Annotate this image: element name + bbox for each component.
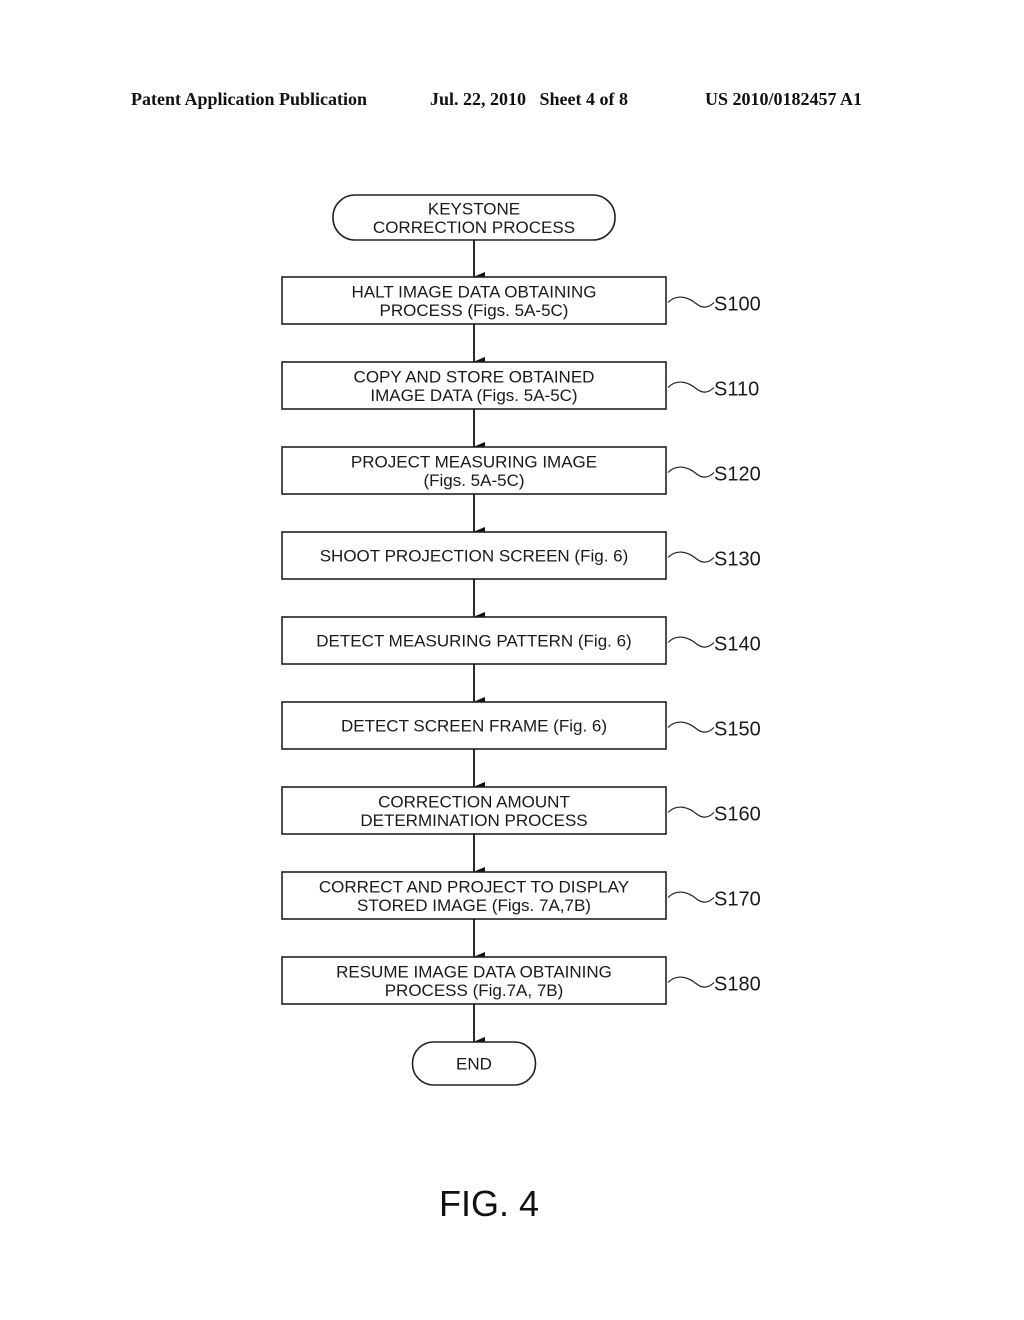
process-box-label: COPY AND STORE OBTAINED	[354, 367, 595, 386]
leader-line	[667, 806, 715, 818]
step-label: S130	[714, 549, 761, 571]
leader-line	[667, 381, 715, 393]
process-box-label: HALT IMAGE DATA OBTAINING	[352, 282, 597, 301]
process-box-label: SHOOT PROJECTION SCREEN (Fig. 6)	[320, 547, 629, 566]
step-label: S120	[714, 464, 761, 486]
step-label: S170	[714, 889, 761, 911]
step-label: S110	[714, 379, 759, 401]
start-terminator-label: KEYSTONE	[428, 199, 520, 218]
step-label: S140	[714, 634, 761, 656]
start-terminator-label: CORRECTION PROCESS	[373, 218, 575, 237]
process-box-label: IMAGE DATA (Figs. 5A-5C)	[370, 386, 577, 405]
step-label: S100	[714, 294, 761, 316]
step-label: S150	[714, 719, 761, 741]
process-box-label: DETECT MEASURING PATTERN (Fig. 6)	[316, 632, 631, 651]
leader-line	[667, 636, 715, 648]
step-label: S160	[714, 804, 761, 826]
process-box-label: PROJECT MEASURING IMAGE	[351, 452, 597, 471]
process-box-label: DETERMINATION PROCESS	[360, 811, 587, 830]
leader-line	[667, 976, 715, 988]
step-label: S180	[714, 974, 761, 996]
process-box-label: CORRECTION AMOUNT	[378, 792, 570, 811]
process-box-label: PROCESS (Fig.7A, 7B)	[385, 981, 564, 1000]
figure-label: FIG. 4	[438, 1183, 540, 1224]
process-box-label: RESUME IMAGE DATA OBTAINING	[336, 962, 612, 981]
flowchart: KEYSTONECORRECTION PROCESS HALT IMAGE DAT…	[281, 194, 761, 1086]
end-terminator-label: END	[456, 1055, 492, 1074]
process-box-label: (Figs. 5A-5C)	[423, 471, 524, 490]
leader-line	[667, 721, 715, 733]
leader-line	[667, 891, 715, 903]
leader-line	[667, 296, 715, 308]
process-box-label: CORRECT AND PROJECT TO DISPLAY	[319, 877, 629, 896]
process-box-label: PROCESS (Figs. 5A-5C)	[380, 301, 569, 320]
process-box-label: DETECT SCREEN FRAME (Fig. 6)	[341, 717, 607, 736]
leader-line	[667, 466, 715, 478]
process-box-label: STORED IMAGE (Figs. 7A,7B)	[357, 896, 591, 915]
leader-line	[667, 551, 715, 563]
